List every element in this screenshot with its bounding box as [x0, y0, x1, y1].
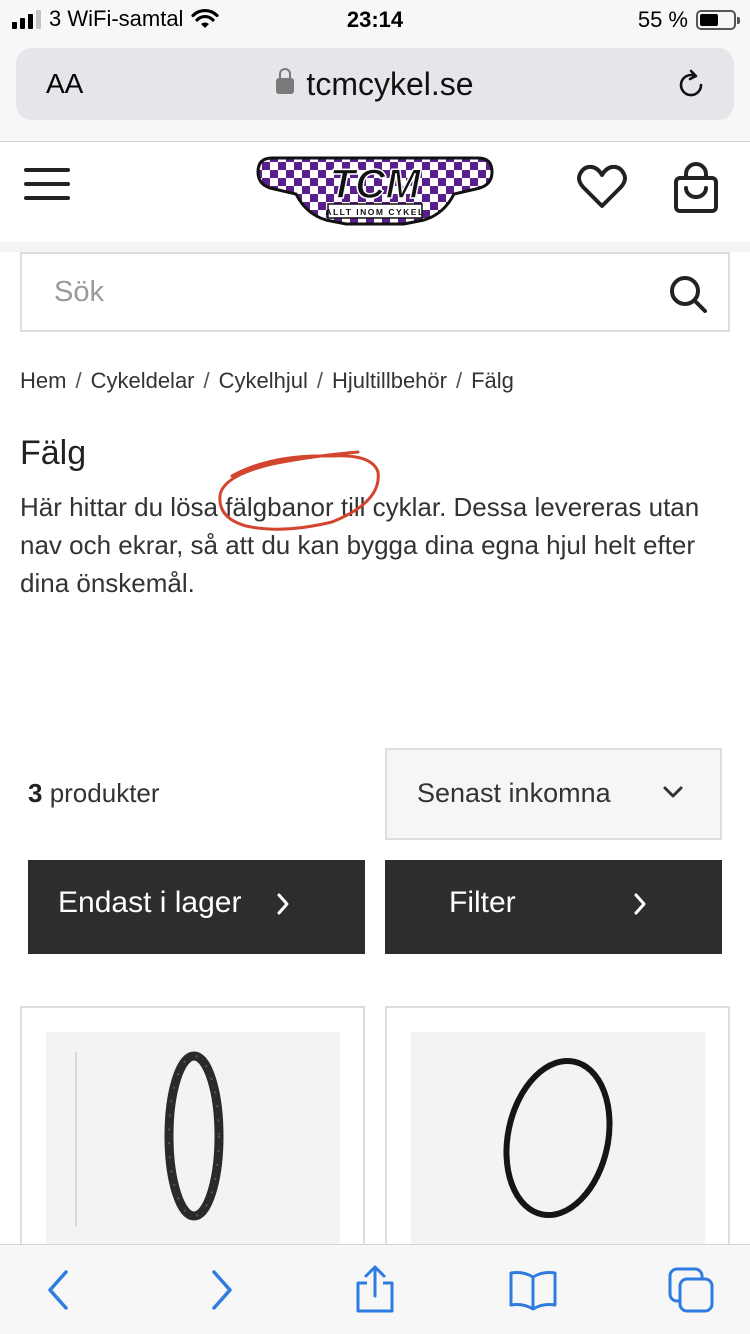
tabs-icon[interactable]: [666, 1265, 716, 1315]
rim-image: [75, 1051, 224, 1226]
search-box: [20, 252, 730, 332]
breadcrumb-item-hem[interactable]: Hem: [20, 368, 66, 394]
battery-percent: 55 %: [637, 7, 688, 32]
url-display[interactable]: tcmcykel.se: [16, 66, 734, 103]
breadcrumb-item-cykelhjul[interactable]: Cykelhjul: [219, 368, 308, 394]
page-title: Fälg: [20, 434, 87, 472]
status-right: 55 %: [637, 7, 740, 33]
address-bar[interactable]: AA tcmcykel.se: [16, 48, 734, 120]
site-header: TCM ALLT INOM CYKEL: [0, 142, 750, 242]
search-input[interactable]: [22, 254, 642, 330]
chevron-right-icon: [634, 893, 646, 915]
filter-button[interactable]: Filter: [385, 860, 722, 954]
in-stock-label: Endast i lager: [58, 886, 242, 919]
reload-icon[interactable]: [674, 68, 708, 102]
product-card[interactable]: [385, 1006, 730, 1266]
header-divider: [0, 242, 750, 252]
logo-text: TCM: [330, 160, 422, 207]
filter-label: Filter: [449, 886, 516, 919]
browser-toolbar: [0, 1244, 750, 1334]
breadcrumb: Hem / Cykeldelar / Cykelhjul / Hjultillbehö…: [20, 368, 514, 394]
search-icon[interactable]: [668, 274, 708, 314]
breadcrumb-item-cykeldelar[interactable]: Cykeldelar: [91, 368, 195, 394]
url-text: tcmcykel.se: [306, 66, 474, 102]
lock-icon: [276, 68, 295, 94]
product-count: 3 produkter: [28, 778, 160, 808]
breadcrumb-item-falg: Fälg: [471, 368, 514, 393]
back-icon[interactable]: [34, 1265, 84, 1315]
sort-select[interactable]: Senast inkomna: [385, 748, 722, 840]
product-card[interactable]: [20, 1006, 365, 1266]
share-icon[interactable]: [350, 1265, 400, 1315]
chevron-right-icon: [277, 893, 289, 915]
cart-icon[interactable]: [672, 162, 720, 214]
in-stock-only-button[interactable]: Endast i lager: [28, 860, 365, 954]
bookmarks-icon[interactable]: [508, 1265, 558, 1315]
rim-image: [503, 1057, 613, 1219]
breadcrumb-item-hjultillbehor[interactable]: Hjultillbehör: [332, 368, 447, 394]
chevron-down-icon: [663, 786, 683, 798]
forward-icon[interactable]: [196, 1265, 246, 1315]
battery-icon: [696, 10, 740, 30]
logo-tagline: ALLT INOM CYKEL: [325, 207, 424, 217]
category-description: Här hittar du lösa fälgbanor till cyklar…: [20, 492, 700, 598]
sort-selected-value: Senast inkomna: [417, 778, 611, 808]
heart-icon[interactable]: [576, 164, 628, 210]
browser-address-area: AA tcmcykel.se: [0, 40, 750, 142]
tcm-logo[interactable]: TCM ALLT INOM CYKEL: [254, 154, 496, 228]
hamburger-icon[interactable]: [24, 168, 70, 202]
status-bar: 3 WiFi-samtal 23:14 55 %: [0, 0, 750, 40]
